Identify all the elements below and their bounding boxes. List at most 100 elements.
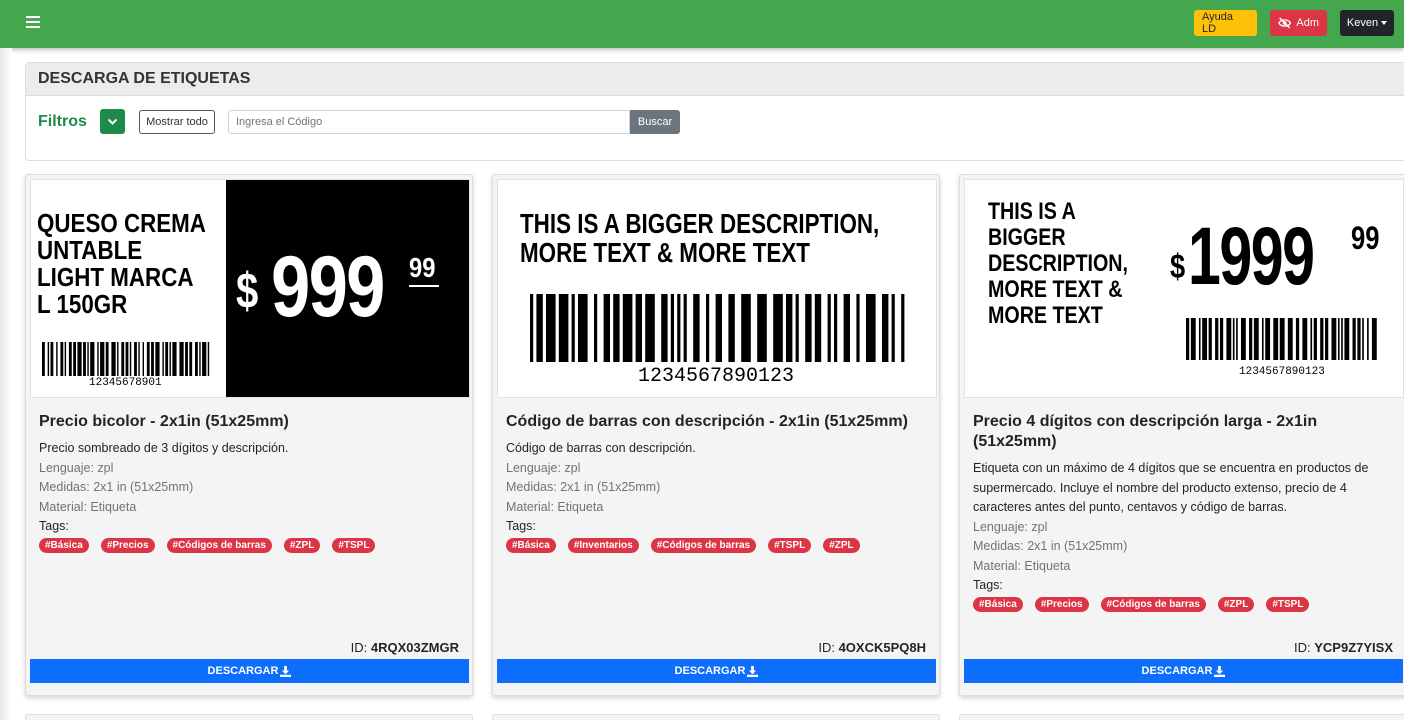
preview-currency: $ — [1170, 248, 1186, 286]
hamburger-menu-icon[interactable] — [26, 13, 44, 31]
card-material: Material: Etiqueta — [39, 499, 137, 514]
preview-text-line: L 150GR — [37, 289, 128, 319]
chevron-down-icon — [107, 118, 118, 125]
barcode-image — [42, 342, 212, 376]
card-language: Lenguaje: zpl — [973, 519, 1048, 534]
filter-panel-header: DESCARGA DE ETIQUETAS — [26, 63, 1404, 96]
tags-label: Tags: — [973, 578, 1003, 592]
tag-list: #Básica #Precios #Códigos de barras #ZPL… — [39, 538, 463, 553]
preview-text-line: MORE TEXT — [988, 302, 1103, 329]
card-title: Código de barras con descripción - 2x1in… — [506, 413, 908, 430]
show-all-button-label: Mostrar todo — [146, 116, 208, 128]
label-card — [959, 714, 1404, 720]
tag-badge[interactable]: #Precios — [1034, 597, 1089, 612]
card-description: Código de barras con descripción. — [506, 441, 696, 455]
barcode-number: 1234567890123 — [638, 365, 795, 388]
preview-text-line: THIS IS A — [988, 198, 1076, 225]
tag-badge[interactable]: #Básica — [973, 597, 1023, 612]
card-id: ID: 4OXCK5PQ8H — [818, 640, 926, 655]
download-button-label: DESCARGAR — [207, 665, 279, 677]
code-search-input[interactable] — [228, 110, 630, 134]
user-menu-label: Keven — [1346, 17, 1379, 29]
label-preview-image: QUESO CREMA UNTABLE LIGHT MARCA L 150GR … — [30, 179, 470, 398]
tag-badge[interactable]: #Códigos de barras — [166, 538, 272, 553]
card-material: Material: Etiqueta — [973, 558, 1071, 573]
label-preview-image: THIS IS A BIGGER DESCRIPTION, MORE TEXT … — [497, 179, 937, 398]
card-material: Material: Etiqueta — [506, 499, 604, 514]
tag-list: #Básica #Precios #Códigos de barras #ZPL… — [973, 597, 1397, 612]
card-id: ID: YCP9Z7YISX — [1294, 640, 1393, 655]
preview-currency: $ — [236, 263, 259, 319]
show-all-button[interactable]: Mostrar todo — [139, 110, 215, 134]
card-size: Medidas: 2x1 in (51x25mm) — [506, 480, 661, 494]
download-icon — [747, 665, 759, 677]
tag-badge[interactable]: #Códigos de barras — [650, 538, 757, 553]
tag-badge[interactable]: #Inventarios — [567, 538, 639, 553]
tag-badge[interactable]: #Básica — [506, 538, 556, 553]
tag-badge[interactable]: #Precios — [100, 538, 155, 553]
download-icon — [280, 665, 292, 677]
card-size: Medidas: 2x1 in (51x25mm) — [973, 539, 1128, 553]
tag-badge[interactable]: #Códigos de barras — [1100, 597, 1206, 612]
top-navbar: Ayuda LD Adm Keven — [0, 0, 1404, 48]
caret-down-icon — [1381, 21, 1388, 25]
preview-cents: 99 — [409, 252, 436, 283]
barcode-number: 1234567890123 — [1239, 366, 1325, 378]
tags-label: Tags: — [39, 519, 69, 533]
search-button-label: Buscar — [637, 116, 673, 128]
filter-panel: DESCARGA DE ETIQUETAS Filtros Mostrar to… — [25, 62, 1404, 161]
card-language: Lenguaje: zpl — [39, 460, 114, 475]
tag-list: #Básica #Inventarios #Códigos de barras … — [506, 538, 930, 553]
download-button-label: DESCARGAR — [674, 665, 746, 677]
filters-toggle-button[interactable] — [100, 109, 125, 134]
preview-price: 1999 — [1188, 211, 1315, 302]
download-button[interactable]: DESCARGAR — [30, 659, 469, 683]
preview-text-line: MORE TEXT & — [988, 276, 1123, 303]
admin-button[interactable]: Adm — [1270, 10, 1327, 36]
barcode-image — [1186, 318, 1380, 360]
label-preview-image: THIS IS A BIGGER DESCRIPTION, MORE TEXT … — [964, 179, 1404, 398]
download-icon — [1214, 665, 1226, 677]
card-id: ID: 4RQX03ZMGR — [350, 640, 459, 655]
admin-button-label: Adm — [1296, 17, 1319, 29]
tag-badge[interactable]: #TSPL — [1266, 597, 1310, 612]
filters-label: Filtros — [38, 113, 87, 130]
label-card: THIS IS A BIGGER DESCRIPTION, MORE TEXT … — [959, 174, 1404, 696]
help-button-label: Ayuda LD — [1202, 11, 1233, 35]
barcode-image — [530, 294, 914, 362]
download-button[interactable]: DESCARGAR — [497, 659, 936, 683]
cents-underline — [409, 285, 439, 287]
download-button[interactable]: DESCARGAR — [964, 659, 1403, 683]
card-size: Medidas: 2x1 in (51x25mm) — [39, 480, 194, 494]
label-card: THIS IS A BIGGER DESCRIPTION, MORE TEXT … — [492, 174, 940, 696]
card-title: Precio bicolor - 2x1in (51x25mm) — [39, 413, 289, 430]
tag-badge[interactable]: #Básica — [39, 538, 89, 553]
preview-price: 999 — [271, 239, 385, 335]
card-language: Lenguaje: zpl — [506, 460, 581, 475]
label-card: QUESO CREMA UNTABLE LIGHT MARCA L 150GR … — [25, 174, 473, 696]
card-description: Etiqueta con un máximo de 4 dígitos que … — [973, 461, 1369, 514]
preview-cents: 99 — [1351, 220, 1380, 256]
label-card — [25, 714, 473, 720]
eye-slash-icon — [1278, 17, 1292, 29]
preview-text-line: DESCRIPTION, — [988, 250, 1128, 277]
preview-text-line: BIGGER — [988, 224, 1066, 251]
tags-label: Tags: — [506, 519, 536, 533]
preview-text-line: MORE TEXT & MORE TEXT — [520, 237, 810, 268]
tag-badge[interactable]: #TSPL — [768, 538, 812, 553]
tag-badge[interactable]: #TSPL — [332, 538, 376, 553]
search-button[interactable]: Buscar — [630, 110, 680, 134]
preview-text-line: THIS IS A BIGGER DESCRIPTION, — [520, 208, 880, 239]
page-title: DESCARGA DE ETIQUETAS — [38, 70, 251, 87]
tag-badge[interactable]: #ZPL — [283, 538, 321, 553]
help-button[interactable]: Ayuda LD — [1194, 10, 1257, 36]
label-card — [492, 714, 940, 720]
barcode-number: 12345678901 — [89, 377, 162, 389]
sidebar-shadow — [0, 48, 12, 720]
tag-badge[interactable]: #ZPL — [1217, 597, 1255, 612]
card-title: Precio 4 dígitos con descripción larga -… — [973, 413, 1318, 450]
tag-badge[interactable]: #ZPL — [823, 538, 860, 553]
download-button-label: DESCARGAR — [1141, 665, 1213, 677]
card-description: Precio sombreado de 3 dígitos y descripc… — [39, 441, 289, 455]
user-menu-button[interactable]: Keven — [1340, 10, 1394, 36]
